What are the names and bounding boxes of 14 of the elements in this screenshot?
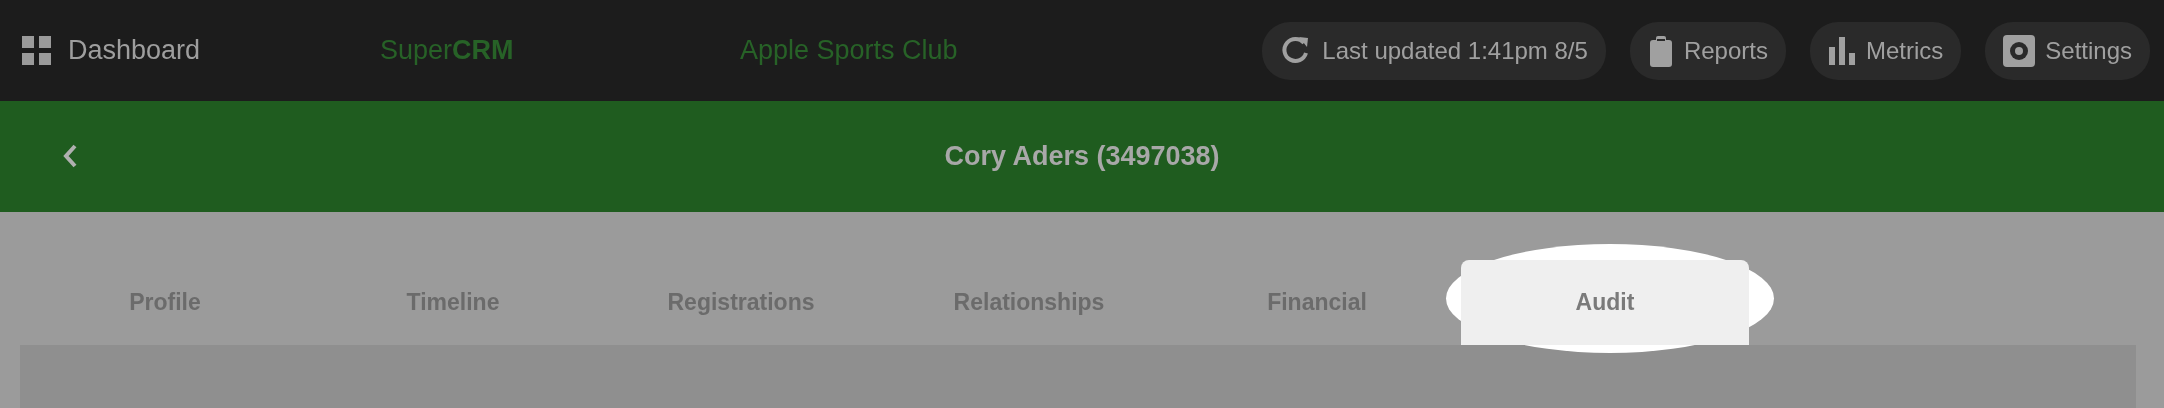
- settings-button[interactable]: Settings: [1985, 21, 2150, 80]
- brand-logo: SuperCRM: [380, 34, 515, 68]
- gear-icon: [2003, 34, 2036, 67]
- tab[interactable]: Audit: [1461, 260, 1749, 345]
- grid-icon: [22, 35, 52, 66]
- dashboard-link[interactable]: Dashboard: [22, 30, 380, 71]
- bar-chart-icon: [1827, 34, 1856, 67]
- reports-button[interactable]: Reports: [1629, 21, 1786, 80]
- page-title: Cory Aders (3497038): [944, 140, 1220, 174]
- refresh-button[interactable]: Last updated 1:41pm 8/5: [1262, 21, 1606, 80]
- clipboard-icon: [1647, 34, 1674, 67]
- chevron-left-icon: [62, 143, 78, 169]
- organization-name: Apple Sports Club: [740, 34, 958, 68]
- metrics-button[interactable]: Metrics: [1809, 21, 1962, 80]
